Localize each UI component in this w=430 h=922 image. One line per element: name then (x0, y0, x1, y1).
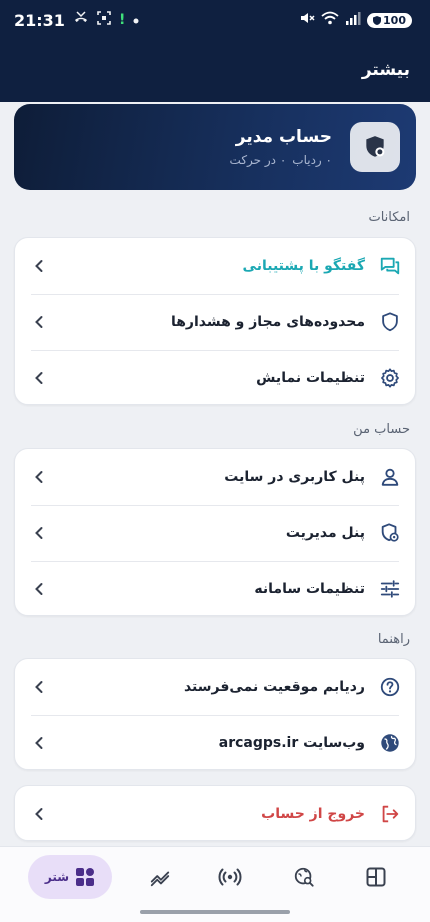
question-icon (377, 674, 403, 700)
account-card: پنل کاربری در سایت پنل مدیریت تنظیمات سا… (14, 448, 416, 616)
page-title: بیشتر (361, 60, 410, 80)
app-header: 21:31 ! 100 بیشتر (0, 0, 430, 102)
chevron-left-icon (31, 735, 47, 751)
user-icon (377, 464, 403, 490)
chevron-left-icon (31, 469, 47, 485)
section-label-help: راهنما (377, 632, 410, 647)
logout-icon (377, 801, 403, 827)
chevron-left-icon (31, 525, 47, 541)
nav-tab-reports[interactable] (140, 855, 180, 899)
menu-item-tracker-not-sending[interactable]: ردیابم موقعیت نمی‌فرستد (15, 659, 415, 715)
sliders-icon (377, 576, 403, 602)
grid-icon (76, 868, 95, 886)
menu-item-label: پنل کاربری در سایت (224, 469, 365, 485)
chevron-left-icon (31, 258, 47, 274)
broadcast-icon (218, 868, 242, 886)
chevron-left-icon (31, 581, 47, 597)
menu-item-label: تنظیمات نمایش (256, 370, 365, 386)
menu-item-label: ردیابم موقعیت نمی‌فرستد (183, 679, 365, 695)
moving-count: ۰ در حرکت (229, 153, 287, 167)
globe-icon (377, 730, 403, 756)
menu-item-admin-panel[interactable]: پنل مدیریت (15, 505, 415, 561)
admin-text: حساب مدیر ۰ ردیاب ۰ در حرکت (230, 127, 332, 167)
missed-call-icon (73, 11, 89, 29)
status-bar: 21:31 ! 100 (0, 0, 430, 40)
status-right: 100 (299, 10, 412, 30)
menu-item-support-chat[interactable]: گفتگو با پشتیبانی (15, 238, 415, 294)
chevron-left-icon (31, 679, 47, 695)
menu-item-label: گفتگو با پشتیبانی (242, 258, 365, 274)
features-card: گفتگو با پشتیبانی محدوده‌های مجاز و هشدا… (14, 237, 416, 405)
globe-search-icon (294, 867, 314, 887)
menu-item-label: وب‌سایت arcagps.ir (218, 735, 365, 751)
layout-icon (366, 867, 386, 887)
chat-icon (377, 253, 403, 279)
admin-stats: ۰ ردیاب ۰ در حرکت (230, 153, 332, 167)
menu-item-label: خروج از حساب (261, 806, 365, 822)
home-indicator[interactable] (140, 910, 290, 914)
menu-item-user-panel[interactable]: پنل کاربری در سایت (15, 449, 415, 505)
battery-indicator: 100 (367, 12, 412, 28)
menu-item-label: تنظیمات سامانه (254, 581, 365, 597)
dot-icon (133, 13, 139, 28)
admin-shield-icon (366, 136, 385, 157)
chevron-left-icon (31, 370, 47, 386)
admin-icon-box (350, 122, 400, 172)
trackers-count: ۰ ردیاب (292, 153, 332, 167)
menu-item-website[interactable]: وب‌سایت arcagps.ir (15, 715, 415, 771)
wifi-icon (321, 11, 339, 29)
menu-item-logout[interactable]: خروج از حساب (15, 786, 415, 842)
menu-item-label: پنل مدیریت (285, 525, 365, 541)
screenshot-icon (97, 11, 111, 29)
logout-card: خروج از حساب (14, 785, 416, 841)
gear-icon (377, 365, 403, 391)
admin-account-card[interactable]: حساب مدیر ۰ ردیاب ۰ در حرکت (14, 104, 416, 190)
battery-shield-icon (373, 15, 382, 25)
status-time: 21:31 (14, 10, 65, 30)
nav-tab-more[interactable]: شتر (28, 855, 112, 899)
menu-item-geofences-alerts[interactable]: محدوده‌های مجاز و هشدارها (15, 294, 415, 350)
menu-item-system-settings[interactable]: تنظیمات سامانه (15, 561, 415, 617)
nav-tab-more-label: شتر (44, 870, 70, 884)
chevron-left-icon (31, 806, 47, 822)
admin-shield-icon (377, 520, 403, 546)
battery-level: 100 (383, 13, 406, 27)
mute-icon (299, 10, 315, 30)
alert-icon: ! (118, 12, 126, 28)
signal-icon (345, 11, 361, 29)
shield-icon (377, 309, 403, 335)
nav-tab-live[interactable] (210, 855, 250, 899)
admin-name: حساب مدیر (235, 127, 332, 147)
menu-item-label: محدوده‌های مجاز و هشدارها (170, 314, 365, 330)
section-label-features: امکانات (368, 210, 410, 225)
section-label-account: حساب من (353, 422, 410, 437)
trend-chart-icon (150, 871, 170, 887)
chevron-left-icon (31, 314, 47, 330)
status-left: 21:31 ! (14, 11, 139, 30)
menu-item-display-settings[interactable]: تنظیمات نمایش (15, 350, 415, 406)
nav-tab-dashboard[interactable] (356, 855, 396, 899)
nav-tab-tracking[interactable] (284, 855, 324, 899)
help-card: ردیابم موقعیت نمی‌فرستد وب‌سایت arcagps.… (14, 658, 416, 770)
